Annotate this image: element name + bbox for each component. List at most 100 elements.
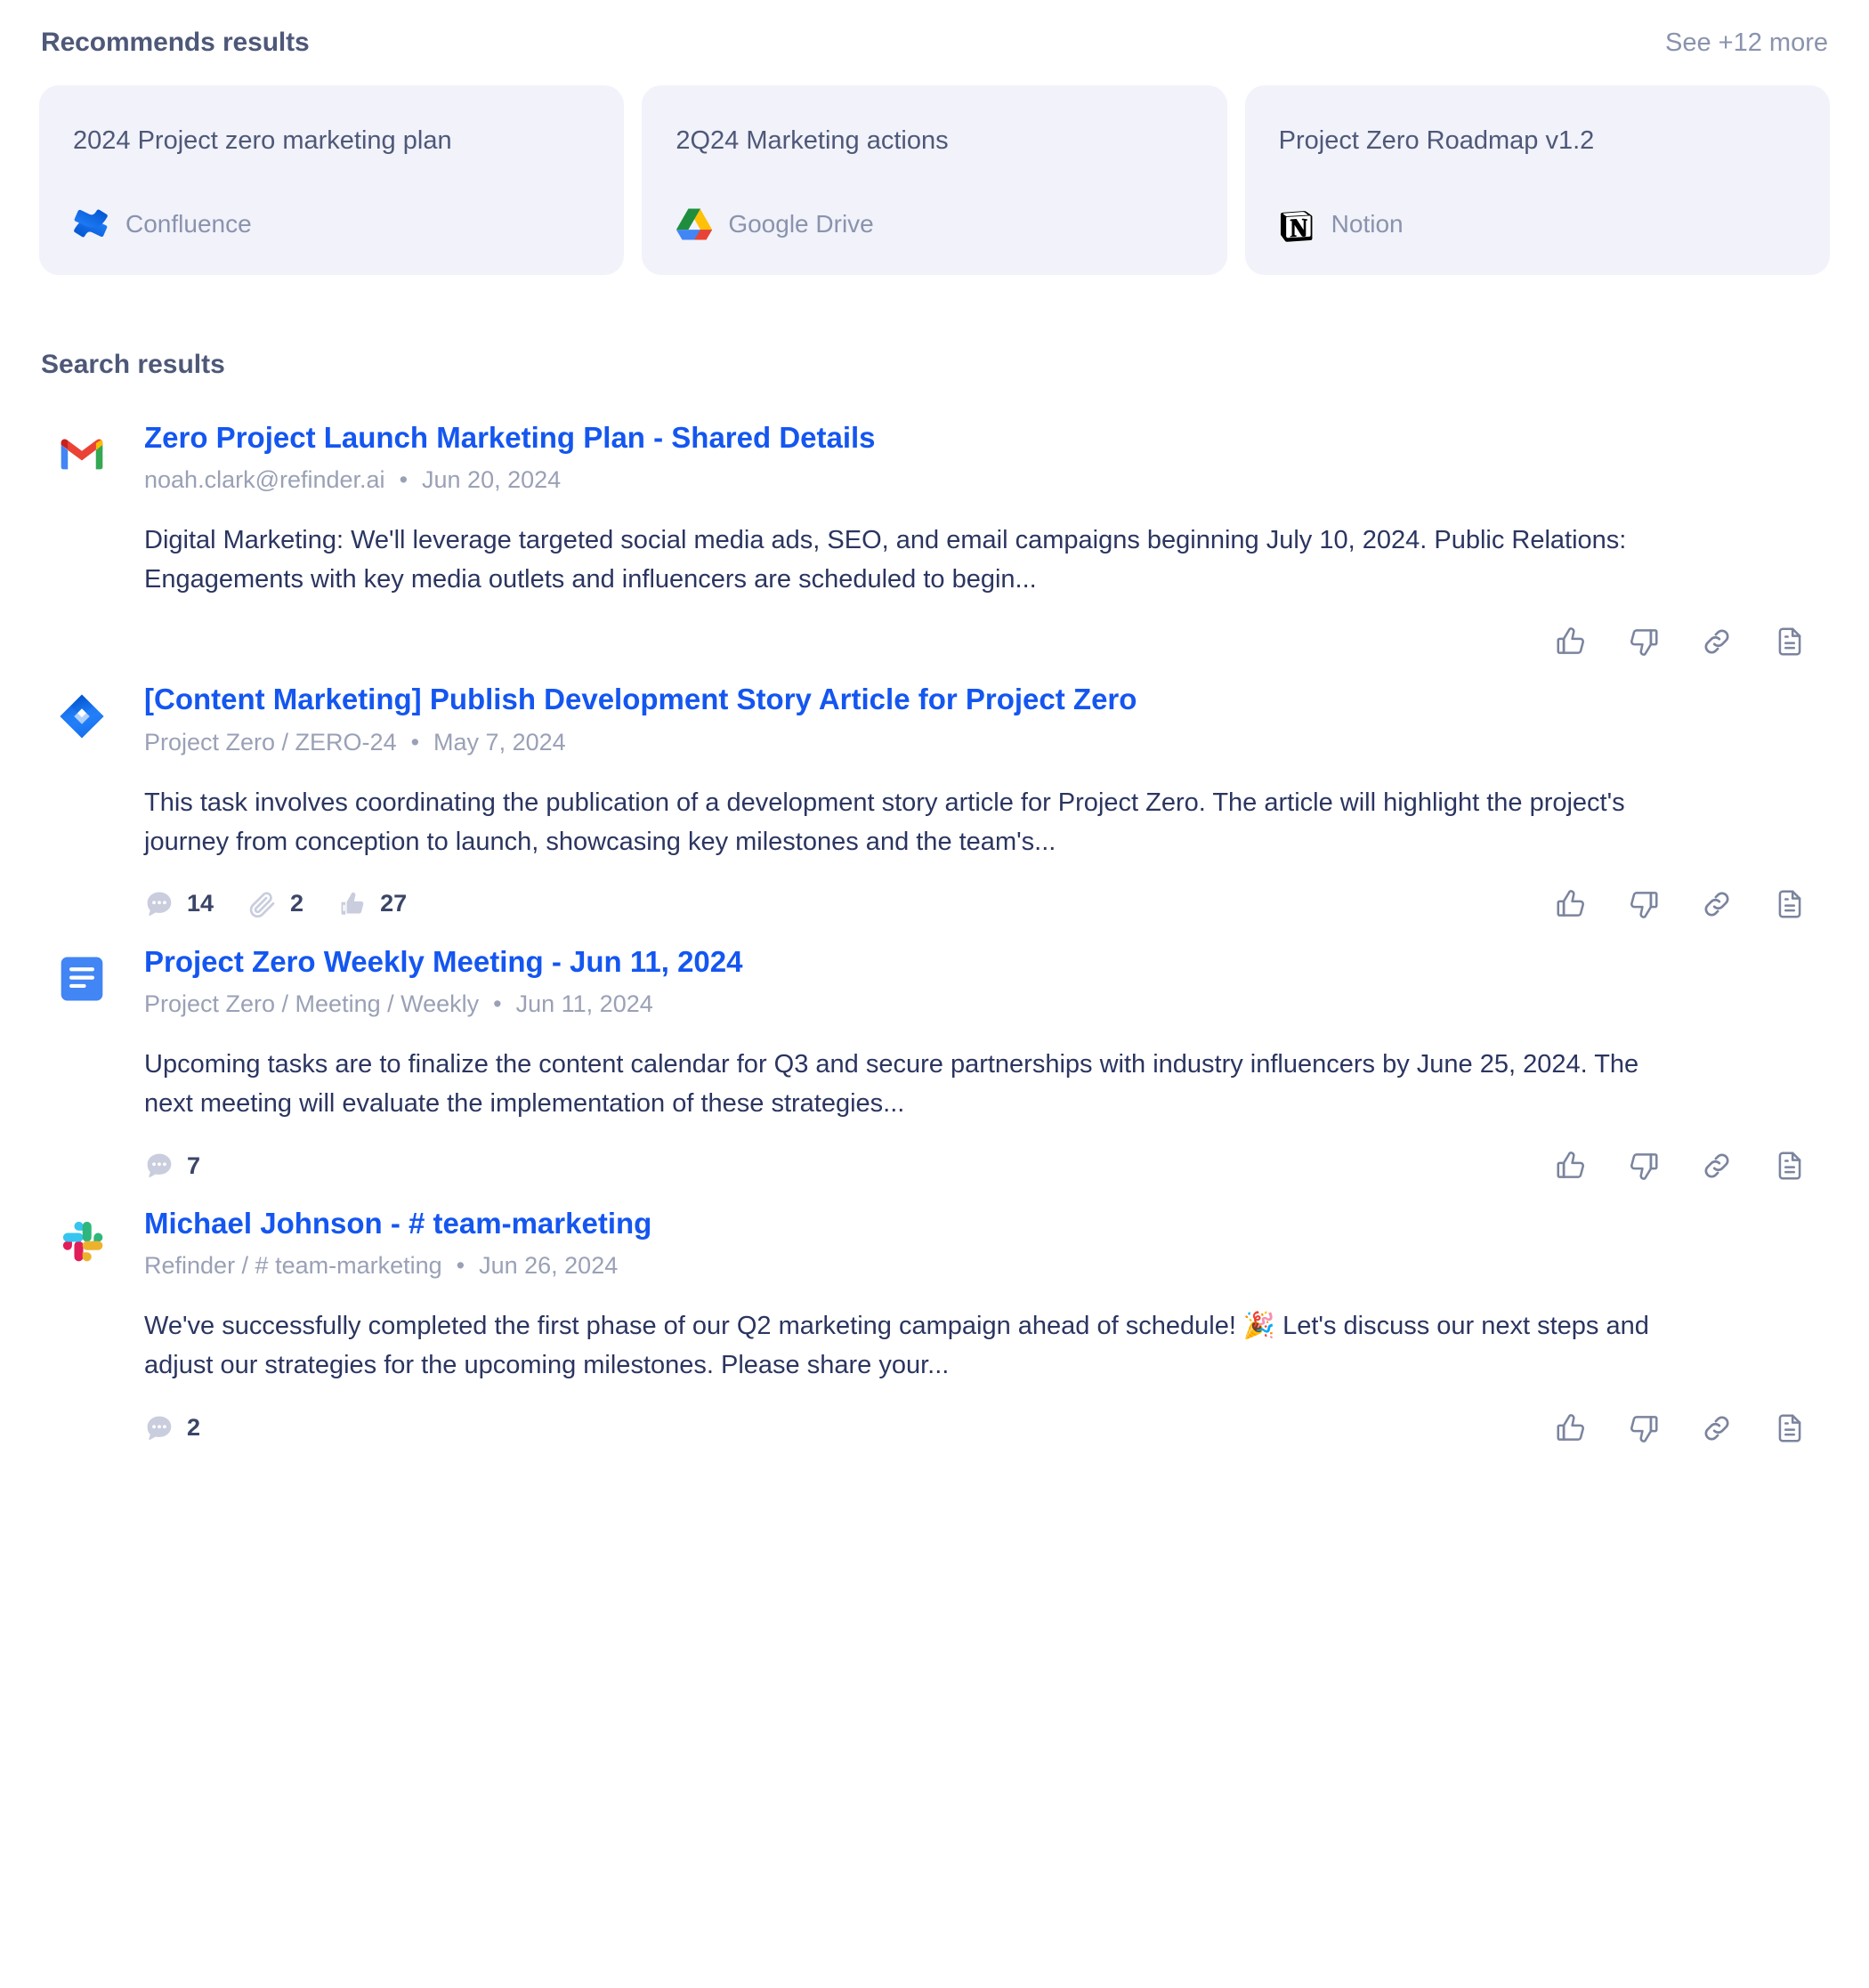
open-document-button[interactable] (1773, 1411, 1807, 1445)
like-count-value: 27 (380, 890, 408, 917)
result-footer (144, 622, 1824, 661)
result-meta: noah.clark@refinder.ai • Jun 20, 2024 (144, 466, 1824, 494)
open-document-button[interactable] (1773, 625, 1807, 659)
result-actions (1554, 1149, 1824, 1183)
result-actions (1554, 1411, 1824, 1445)
result-meta-separator: • (456, 1252, 465, 1280)
comment-count-value: 7 (187, 1152, 201, 1179)
thumbs-up-button[interactable] (1554, 1149, 1588, 1183)
search-result-item[interactable]: Michael Johnson - # team-marketing Refin… (39, 1205, 1830, 1447)
recommends-header: Recommends results See +12 more (0, 0, 1869, 85)
result-source-icon-wrap (39, 943, 144, 1185)
thumbs-up-icon (1554, 625, 1588, 659)
recommend-card-source-name: Google Drive (728, 210, 874, 238)
recommend-card-source: Google Drive (676, 206, 1193, 243)
thumbs-up-filled-icon (337, 889, 368, 919)
search-result-item[interactable]: Project Zero Weekly Meeting - Jun 11, 20… (39, 943, 1830, 1185)
result-title-link[interactable]: Zero Project Launch Marketing Plan - Sha… (144, 419, 876, 457)
copy-link-button[interactable] (1700, 625, 1734, 659)
comment-count-stat: 2 (144, 1413, 200, 1443)
document-icon (1773, 625, 1807, 659)
link-icon (1700, 625, 1734, 659)
result-actions (1554, 887, 1824, 921)
recommend-card-title: 2Q24 Marketing actions (676, 126, 949, 155)
copy-link-button[interactable] (1700, 1411, 1734, 1445)
copy-link-button[interactable] (1700, 1149, 1734, 1183)
see-more-link[interactable]: See +12 more (1665, 28, 1828, 58)
comment-count-value: 14 (187, 890, 214, 917)
comment-count-stat: 14 (144, 889, 214, 919)
recommends-card-list: 2024 Project zero marketing plan Conflue… (0, 85, 1869, 275)
result-stats: 7 (144, 1151, 200, 1181)
result-actions (1554, 625, 1824, 659)
recommend-card-source-name: Notion (1331, 210, 1404, 238)
thumbs-down-button[interactable] (1627, 887, 1661, 921)
thumbs-down-icon (1627, 625, 1661, 659)
open-document-button[interactable] (1773, 887, 1807, 921)
result-title-link[interactable]: [Content Marketing] Publish Development … (144, 681, 1137, 718)
thumbs-up-button[interactable] (1554, 887, 1588, 921)
recommend-card-source: Confluence (73, 206, 590, 243)
result-snippet: This task involves coordinating the publ… (144, 788, 1625, 856)
notion-icon (1279, 206, 1316, 243)
result-meta: Project Zero / ZERO-24 • May 7, 2024 (144, 729, 1824, 756)
recommend-card-title: 2024 Project zero marketing plan (73, 126, 452, 155)
result-meta-date: May 7, 2024 (433, 728, 566, 756)
search-result-item[interactable]: Zero Project Launch Marketing Plan - Sha… (39, 419, 1830, 661)
thumbs-down-button[interactable] (1627, 1411, 1661, 1445)
comment-count-value: 2 (187, 1414, 201, 1442)
like-count-stat: 27 (337, 889, 407, 919)
recommend-card[interactable]: Project Zero Roadmap v1.2 Notion (1244, 85, 1830, 275)
result-meta-date: Jun 20, 2024 (422, 466, 562, 494)
result-meta-source: Project Zero / Meeting / Weekly (144, 990, 480, 1018)
recommend-card[interactable]: 2Q24 Marketing actions Google Drive (642, 85, 1227, 275)
comment-icon (144, 889, 174, 919)
result-body: [Content Marketing] Publish Development … (144, 681, 1830, 923)
result-body: Project Zero Weekly Meeting - Jun 11, 20… (144, 943, 1830, 1185)
comment-icon (144, 1151, 174, 1181)
thumbs-down-button[interactable] (1627, 1149, 1661, 1183)
result-meta: Refinder / # team-marketing • Jun 26, 20… (144, 1252, 1824, 1280)
link-icon (1700, 887, 1734, 921)
open-document-button[interactable] (1773, 1149, 1807, 1183)
result-stats: 2 (144, 1413, 200, 1443)
result-title-link[interactable]: Project Zero Weekly Meeting - Jun 11, 20… (144, 943, 743, 981)
result-meta-separator: • (493, 990, 502, 1018)
result-source-icon-wrap (39, 419, 144, 661)
result-meta-source: noah.clark@refinder.ai (144, 466, 385, 494)
result-body: Michael Johnson - # team-marketing Refin… (144, 1205, 1830, 1447)
thumbs-up-button[interactable] (1554, 625, 1588, 659)
result-body: Zero Project Launch Marketing Plan - Sha… (144, 419, 1830, 661)
recommend-card[interactable]: 2024 Project zero marketing plan Conflue… (39, 85, 625, 275)
jira-icon (57, 691, 107, 923)
copy-link-button[interactable] (1700, 887, 1734, 921)
search-result-item[interactable]: [Content Marketing] Publish Development … (39, 681, 1830, 923)
result-stats: 14 2 27 (144, 889, 407, 919)
attachment-count-stat: 2 (247, 889, 303, 919)
result-meta-separator: • (410, 728, 420, 756)
recommends-and-search-panel: Recommends results See +12 more 2024 Pro… (0, 0, 1869, 1988)
confluence-icon (73, 206, 110, 243)
search-results-title: Search results (41, 350, 225, 379)
result-snippet: Upcoming tasks are to finalize the conte… (144, 1050, 1639, 1119)
result-meta: Project Zero / Meeting / Weekly • Jun 11… (144, 990, 1824, 1018)
google-docs-icon (57, 954, 107, 1185)
result-source-icon-wrap (39, 681, 144, 923)
recommends-title: Recommends results (41, 28, 310, 57)
recommend-card-title: Project Zero Roadmap v1.2 (1278, 126, 1595, 155)
slack-icon (57, 1216, 107, 1447)
result-meta-separator: • (399, 466, 409, 494)
result-meta-source: Project Zero / ZERO-24 (144, 728, 397, 756)
thumbs-down-icon (1627, 1149, 1661, 1183)
result-title-link[interactable]: Michael Johnson - # team-marketing (144, 1205, 651, 1242)
search-results-list: Zero Project Launch Marketing Plan - Sha… (0, 380, 1869, 1448)
comment-icon (144, 1413, 174, 1443)
thumbs-down-button[interactable] (1627, 625, 1661, 659)
thumbs-down-icon (1627, 1411, 1661, 1445)
document-icon (1773, 887, 1807, 921)
result-snippet: We've successfully completed the first p… (144, 1312, 1649, 1380)
result-footer: 14 2 27 (144, 885, 1824, 924)
result-footer: 2 (144, 1409, 1824, 1448)
thumbs-up-button[interactable] (1554, 1411, 1588, 1445)
attachment-icon (247, 889, 278, 919)
